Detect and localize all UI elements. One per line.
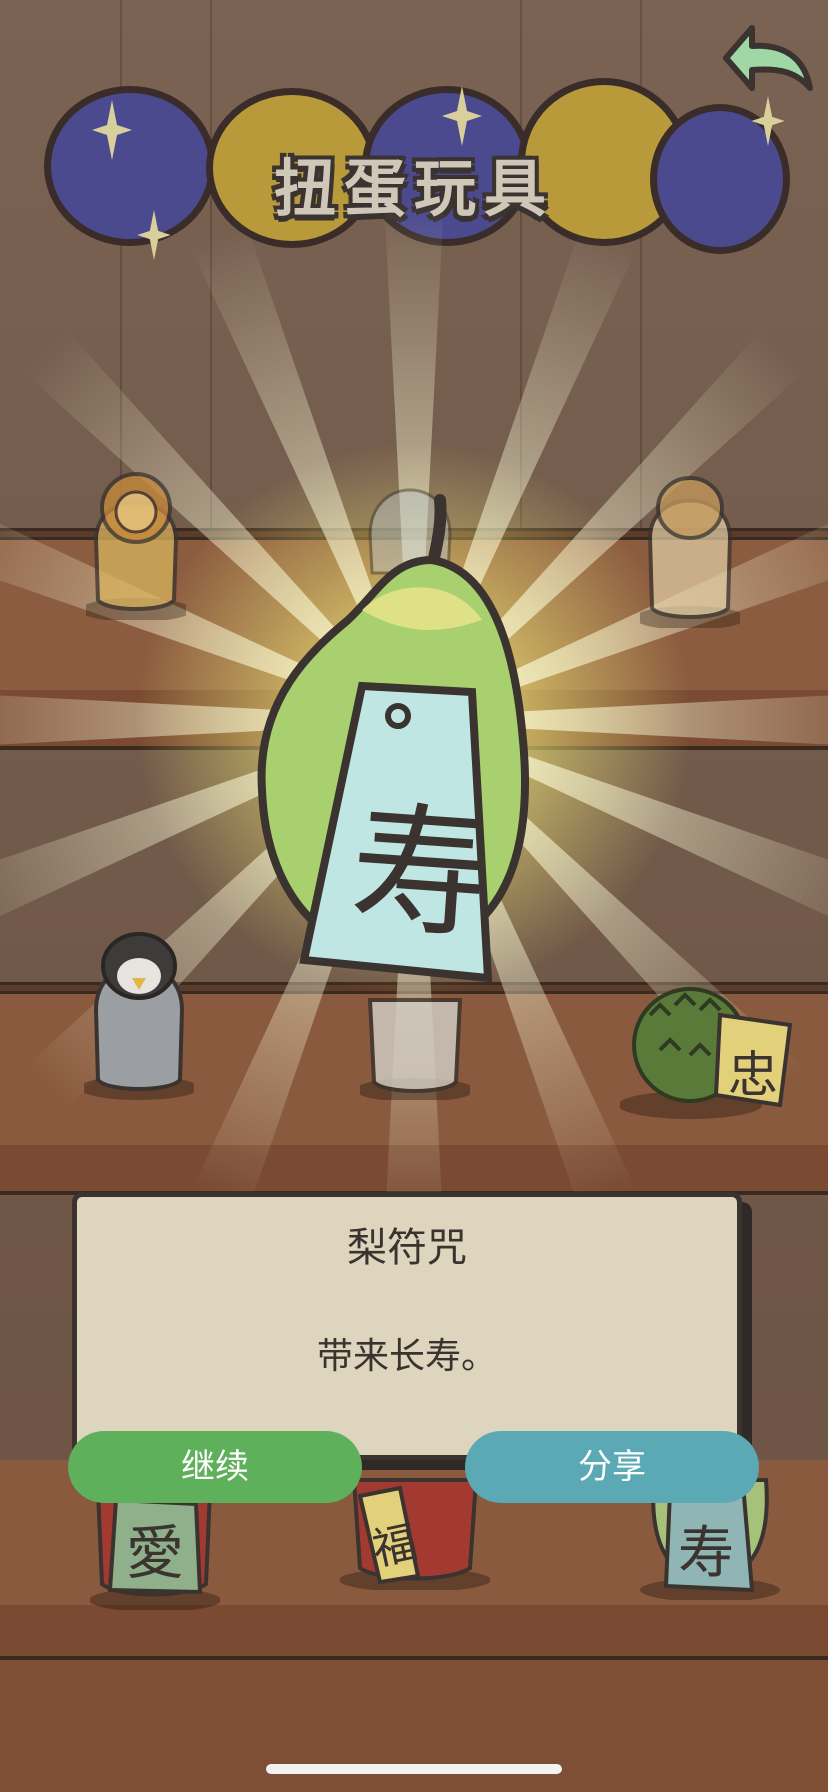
item-info-dialog: 梨符咒 带来长寿。: [72, 1192, 742, 1460]
cat-doll-toy: [360, 998, 470, 1100]
apple-charm-tag-left: 愛: [126, 1519, 185, 1587]
home-indicator[interactable]: [266, 1764, 562, 1774]
apple-charm-toy: [340, 1478, 490, 1590]
penguin-doll-toy: [84, 932, 194, 1100]
charm-character: 寿: [345, 787, 497, 960]
game-scene: 扭蛋玩具 忠 愛 福 寿 寿: [0, 0, 828, 1792]
item-description: 带来长寿。: [316, 1336, 497, 1377]
back-button[interactable]: [712, 18, 818, 100]
share-button[interactable]: 分享: [465, 1431, 759, 1503]
item-name: 梨符咒: [347, 1225, 467, 1271]
back-arrow-icon: [723, 25, 813, 91]
dog-doll-toy: [640, 476, 740, 628]
durian-charm-tag: 忠: [728, 1046, 778, 1104]
sparkle-icon: [442, 86, 482, 146]
pear-charm-tag-right: 寿: [678, 1521, 734, 1586]
continue-button[interactable]: 继续: [68, 1431, 362, 1503]
lion-doll-toy: [86, 472, 186, 620]
